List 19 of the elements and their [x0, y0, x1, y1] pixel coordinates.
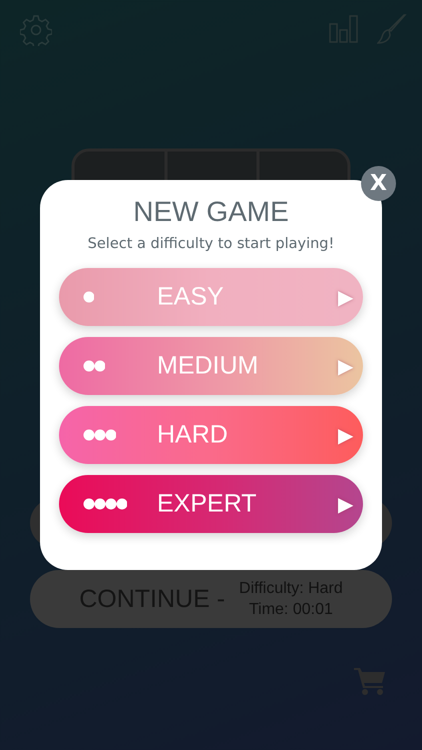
bar-chart-icon[interactable] — [329, 14, 359, 44]
dots-icon — [83, 360, 105, 372]
brush-icon[interactable] — [377, 14, 407, 44]
close-button[interactable]: X — [361, 166, 396, 201]
difficulty-button[interactable]: HARD ▶ — [59, 406, 363, 464]
cart-icon[interactable] — [354, 668, 386, 696]
play-arrow: ▶ — [338, 492, 353, 516]
play-arrow: ▶ — [338, 286, 353, 310]
dots-icon — [83, 429, 116, 441]
dots-icon — [83, 498, 127, 510]
difficulty-button[interactable]: EXPERT ▶ — [59, 475, 363, 533]
dialog-subtitle: Select a difficulty to start playing! — [88, 236, 334, 252]
play-arrow: ▶ — [338, 354, 353, 378]
play-arrow: ▶ — [338, 424, 353, 448]
difficulty-button[interactable]: MEDIUM ▶ — [59, 337, 363, 395]
difficulty-button[interactable]: EASY ▶ — [59, 268, 363, 326]
dots-icon — [83, 291, 94, 303]
dialog-title: NEW GAME — [133, 195, 289, 229]
settings-icon[interactable] — [20, 14, 52, 46]
